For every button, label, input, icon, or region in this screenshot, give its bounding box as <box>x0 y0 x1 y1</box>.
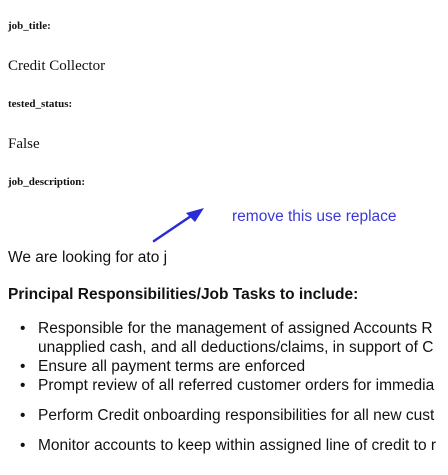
list-item-text: Monitor accounts to keep within assigned… <box>38 437 437 454</box>
responsibilities-list: • Responsible for the management of assi… <box>0 319 448 455</box>
list-item-text: Responsible for the management of assign… <box>38 320 433 337</box>
bullet-icon: • <box>20 358 26 375</box>
list-item-text: Prompt review of all referred customer o… <box>38 377 435 394</box>
responsibilities-heading: Principal Responsibilities/Job Tasks to … <box>8 286 359 303</box>
list-item-text-continued: unapplied cash, and all deductions/claim… <box>38 339 434 356</box>
list-item: • Monitor accounts to keep within assign… <box>0 436 448 455</box>
arrow-icon <box>152 208 204 243</box>
job-description-label: job_description: <box>8 176 85 188</box>
list-item: • Ensure all payment terms are enforced <box>0 357 448 376</box>
list-item: • Responsible for the management of assi… <box>0 319 448 357</box>
list-item-text: Ensure all payment terms are enforced <box>38 358 306 375</box>
job-title-value: Credit Collector <box>8 58 106 74</box>
job-title-label: job_title: <box>8 20 51 32</box>
bullet-icon: • <box>20 320 26 337</box>
bullet-icon: • <box>20 377 26 394</box>
tested-status-label: tested_status: <box>8 98 73 110</box>
list-item-text: Perform Credit onboarding responsibiliti… <box>38 407 435 424</box>
annotation-note: remove this use replace <box>232 208 397 225</box>
list-item: • Perform Credit onboarding responsibili… <box>0 406 448 425</box>
list-item: • Prompt review of all referred customer… <box>0 376 448 395</box>
description-intro: We are looking for ato j <box>8 249 168 266</box>
tested-status-value: False <box>8 136 40 152</box>
bullet-icon: • <box>20 437 26 454</box>
bullet-icon: • <box>20 407 26 424</box>
